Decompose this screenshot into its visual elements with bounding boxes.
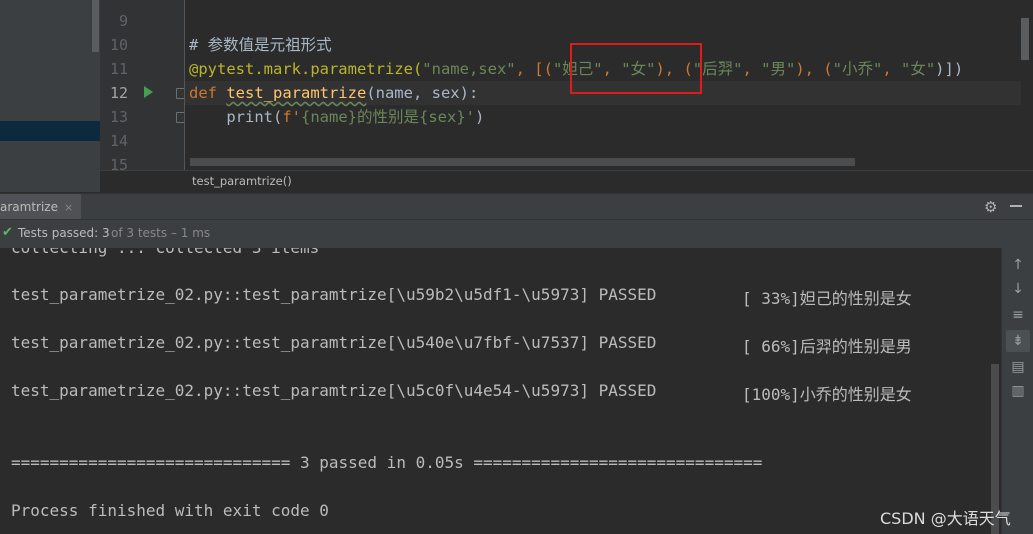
fstring-prefix: f' bbox=[282, 108, 301, 126]
project-panel bbox=[0, 0, 100, 192]
progress-percent: [ 33%] bbox=[742, 289, 800, 308]
code-line-12: def test_paramtrize(name, sex): bbox=[189, 81, 478, 105]
progress-percent: [100%] bbox=[742, 385, 800, 404]
param-string: "男" bbox=[761, 60, 796, 78]
separator: , bbox=[742, 60, 762, 78]
fstring-suffix: ' bbox=[465, 108, 475, 126]
test-result-line: test_parametrize_02.py::test_paramtrize[… bbox=[11, 381, 657, 400]
param-string: "小乔" bbox=[832, 60, 883, 78]
test-result-line: test_parametrize_02.py::test_paramtrize[… bbox=[11, 333, 657, 352]
up-arrow-icon[interactable]: ↑ bbox=[1002, 254, 1033, 276]
line-number: 14 bbox=[109, 132, 128, 150]
console-line: collecting ... collected 3 items bbox=[11, 248, 319, 258]
line-number: 9 bbox=[118, 12, 128, 30]
argnames-string: "name,sex" bbox=[422, 60, 516, 78]
function-args: (name, sex): bbox=[366, 84, 479, 102]
console-toolbar: ↑ ↓ ≡ ⇟ ▤ ▥ bbox=[1001, 248, 1033, 534]
code-line-10: # 参数值是元祖形式 bbox=[189, 36, 332, 54]
run-tab-bar: aramtrize × ⚙ bbox=[0, 193, 1033, 220]
tests-passed-label: Tests passed: 3 bbox=[18, 226, 110, 240]
minimize-icon[interactable] bbox=[1010, 205, 1022, 207]
test-status-bar: ✔ Tests passed: 3 of 3 tests – 1 ms bbox=[0, 219, 1033, 248]
editor-vertical-scrollbar[interactable] bbox=[1021, 18, 1029, 60]
print-output: 后羿的性别是男 bbox=[799, 337, 912, 356]
check-icon: ✔ bbox=[2, 225, 13, 240]
progress-percent: [ 66%] bbox=[742, 337, 800, 356]
print-output: 妲己的性别是女 bbox=[799, 289, 912, 308]
summary-line: ============================= 3 passed i… bbox=[11, 453, 763, 472]
line-number-current: 12 bbox=[109, 84, 128, 102]
close-icon[interactable]: × bbox=[64, 201, 73, 214]
print-close: ) bbox=[475, 108, 485, 126]
separator: , [( bbox=[515, 60, 553, 78]
run-tab[interactable]: aramtrize × bbox=[0, 194, 82, 220]
test-result-output: [100%]小乔的性别是女 bbox=[742, 381, 912, 405]
down-arrow-icon[interactable]: ↓ bbox=[1002, 278, 1033, 300]
closing-brackets: )]) bbox=[935, 60, 964, 78]
fstring-body: {name}的性别是{sex} bbox=[301, 108, 466, 126]
print-output: 小乔的性别是女 bbox=[799, 385, 912, 404]
soft-wrap-icon[interactable]: ≡ bbox=[1002, 304, 1033, 326]
separator: ), ( bbox=[795, 60, 833, 78]
function-name: test_paramtrize bbox=[226, 84, 367, 102]
print-call: print( bbox=[189, 108, 283, 126]
code-line-13: print(f'{name}的性别是{sex}') bbox=[189, 105, 484, 129]
test-result-line: test_parametrize_02.py::test_paramtrize[… bbox=[11, 285, 657, 304]
project-scrollbar[interactable] bbox=[92, 0, 99, 52]
project-selected-item[interactable] bbox=[0, 121, 100, 141]
line-number: 13 bbox=[109, 108, 128, 126]
test-result-output: [ 33%]妲己的性别是女 bbox=[742, 285, 912, 309]
def-keyword: def bbox=[189, 84, 227, 102]
breadcrumb-item[interactable]: test_paramtrize() bbox=[192, 174, 292, 188]
exit-line: Process finished with exit code 0 bbox=[11, 501, 329, 520]
red-highlight-box bbox=[570, 43, 702, 94]
breadcrumb: test_paramtrize() bbox=[100, 170, 1033, 193]
print-icon[interactable]: ▤ bbox=[1002, 356, 1033, 378]
test-result-output: [ 66%]后羿的性别是男 bbox=[742, 333, 912, 357]
line-number: 10 bbox=[109, 36, 128, 54]
trash-icon[interactable]: ▥ bbox=[1002, 380, 1033, 402]
editor-horizontal-scrollbar[interactable] bbox=[190, 158, 855, 166]
run-tab-label: aramtrize bbox=[0, 200, 58, 214]
param-string: "女" bbox=[900, 60, 936, 78]
scroll-to-end-icon[interactable]: ⇟ bbox=[1006, 330, 1030, 352]
editor-gutter: 9 10 11 12 13 14 15 bbox=[100, 0, 184, 174]
console-output[interactable]: collecting ... collected 3 items test_pa… bbox=[0, 248, 1001, 534]
decorator-text: @pytest.mark.parametrize( bbox=[189, 60, 423, 78]
tests-summary-label: of 3 tests – 1 ms bbox=[111, 226, 211, 240]
separator: , bbox=[882, 60, 901, 78]
run-test-icon[interactable] bbox=[144, 86, 153, 98]
watermark: CSDN @大语天气 bbox=[880, 509, 1011, 528]
line-number: 11 bbox=[109, 60, 128, 78]
gear-icon[interactable]: ⚙ bbox=[984, 198, 997, 216]
